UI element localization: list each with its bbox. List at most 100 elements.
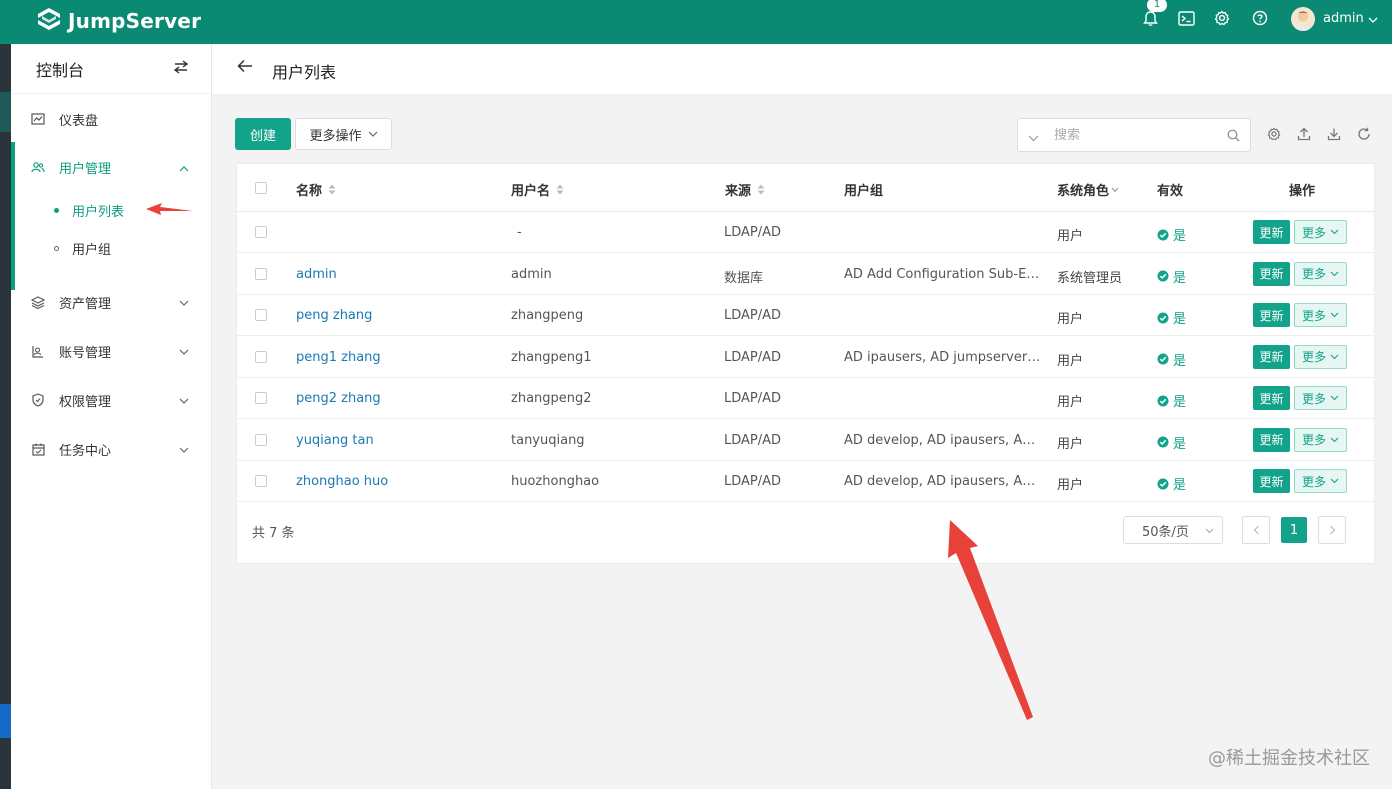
more-button[interactable]: 更多: [1294, 427, 1347, 452]
row-checkbox[interactable]: [255, 226, 267, 238]
update-button[interactable]: 更新: [1253, 427, 1290, 452]
terminal-icon[interactable]: [1176, 8, 1196, 28]
row-checkbox[interactable]: [255, 475, 267, 487]
check-circle-icon: [1157, 436, 1169, 448]
sort-arrows-icon[interactable]: [556, 184, 564, 195]
username-cell: zhangpeng1: [511, 349, 592, 365]
chevron-down-icon: [179, 345, 189, 360]
table-row[interactable]: peng1 zhang zhangpeng1 LDAP/AD AD ipausers,…: [237, 337, 1374, 378]
swap-arrows-icon[interactable]: [173, 59, 189, 78]
update-button[interactable]: 更新: [1253, 303, 1290, 327]
table-row[interactable]: admin admin 数据库 AD Add Configuration Sub-En…: [237, 254, 1374, 295]
update-button[interactable]: 更新: [1253, 261, 1290, 286]
row-checkbox[interactable]: [255, 309, 267, 321]
table-row[interactable]: zhonghao huo huozhonghao LDAP/AD AD develop…: [237, 461, 1374, 502]
sidebar-item-task-center[interactable]: 任务中心: [11, 429, 211, 469]
select-all-checkbox[interactable]: [255, 182, 267, 194]
prev-page-button[interactable]: [1242, 516, 1270, 544]
user-avatar[interactable]: [1291, 7, 1315, 31]
sort-arrows-icon[interactable]: [757, 184, 765, 195]
sidebar-subitem-user-group[interactable]: 用户组: [11, 230, 211, 266]
sidebar-item-account-management[interactable]: 账号管理: [11, 331, 211, 371]
update-button[interactable]: 更新: [1253, 220, 1290, 244]
more-actions-button[interactable]: 更多操作: [295, 118, 392, 150]
more-button[interactable]: 更多: [1294, 220, 1347, 244]
brand-logo[interactable]: JumpServer: [36, 6, 201, 36]
chevron-down-icon: [179, 394, 189, 409]
chevron-left-icon: [1253, 525, 1259, 535]
user-name-link[interactable]: peng1 zhang: [296, 350, 496, 365]
source-cell: LDAP/AD: [724, 349, 782, 365]
column-header-username[interactable]: 用户名: [511, 180, 564, 199]
download-icon[interactable]: [1327, 127, 1341, 141]
row-checkbox[interactable]: [255, 433, 267, 446]
sidebar-item-user-management[interactable]: 用户管理: [11, 147, 211, 187]
refresh-icon[interactable]: [1357, 127, 1371, 141]
upload-icon[interactable]: [1297, 127, 1311, 141]
table-row[interactable]: yuqiang tan tanyuqiang LDAP/AD AD develop, …: [237, 420, 1374, 461]
table-row[interactable]: peng2 zhang zhangpeng2 LDAP/AD 用户 是 更新 更多: [237, 378, 1374, 419]
page-size-select[interactable]: 50条/页: [1123, 516, 1223, 544]
user-name-link[interactable]: peng2 zhang: [296, 391, 496, 406]
row-checkbox[interactable]: [255, 267, 267, 280]
chevron-down-icon[interactable]: [1368, 13, 1378, 28]
sidebar-item-permission-management[interactable]: 权限管理: [11, 380, 211, 420]
sidebar-subitem-user-list[interactable]: 用户列表: [11, 192, 211, 228]
valid-status-label: 是: [1173, 436, 1187, 452]
chevron-down-icon: [1330, 271, 1339, 276]
more-button[interactable]: 更多: [1294, 386, 1347, 410]
sidebar-item-label: 用户管理: [59, 161, 112, 177]
chevron-down-icon: [1330, 354, 1339, 359]
check-circle-icon: [1157, 229, 1169, 240]
system-role-cell: 用户: [1057, 436, 1084, 452]
valid-status: 是: [1157, 391, 1186, 410]
back-arrow-icon[interactable]: [237, 59, 253, 77]
sidebar-item-asset-management[interactable]: 资产管理: [11, 282, 211, 322]
system-role-cell: 用户: [1057, 478, 1084, 493]
source-cell: LDAP/AD: [724, 391, 782, 406]
update-button[interactable]: 更新: [1253, 386, 1290, 410]
table-row[interactable]: - LDAP/AD 用户 是 更新 更多: [237, 212, 1374, 253]
valid-status: 是: [1157, 350, 1186, 369]
column-header-label: 名称: [296, 184, 323, 199]
settings-gear-icon[interactable]: [1212, 8, 1232, 28]
row-checkbox[interactable]: [255, 392, 267, 404]
search-icon[interactable]: [1227, 129, 1240, 146]
column-header-source[interactable]: 来源: [725, 180, 765, 199]
row-checkbox[interactable]: [255, 350, 267, 363]
filter-chevron-icon[interactable]: [1111, 187, 1119, 193]
user-name-link[interactable]: zhonghao huo: [296, 474, 496, 489]
current-page-button[interactable]: 1: [1281, 517, 1307, 543]
column-header-label: 用户组: [844, 184, 884, 199]
sidebar-header: 控制台: [11, 44, 211, 94]
more-button[interactable]: 更多: [1294, 469, 1347, 493]
notification-badge: 1: [1147, 0, 1167, 12]
sidebar: 控制台 仪表盘 用户管理 用户列表 用户组 资产管理 账号管理 权限管理 任务中…: [11, 44, 212, 789]
valid-status-label: 是: [1173, 229, 1187, 244]
chevron-down-icon[interactable]: [1028, 131, 1039, 146]
more-button-label: 更多: [1301, 474, 1326, 489]
user-name[interactable]: admin: [1323, 11, 1364, 26]
next-page-button[interactable]: [1318, 516, 1346, 544]
help-question-icon[interactable]: [1250, 8, 1270, 28]
search-box[interactable]: [1017, 118, 1251, 152]
column-header-system-role[interactable]: 系统角色: [1057, 180, 1119, 199]
more-button[interactable]: 更多: [1294, 261, 1347, 286]
table-row[interactable]: peng zhang zhangpeng LDAP/AD 用户 是 更新 更多: [237, 295, 1374, 336]
column-header-name[interactable]: 名称: [296, 180, 336, 199]
search-input[interactable]: [1054, 125, 1214, 145]
system-role-cell: 用户: [1057, 395, 1084, 410]
sidebar-item-dashboard[interactable]: 仪表盘: [11, 99, 211, 139]
more-button[interactable]: 更多: [1294, 303, 1347, 327]
sort-arrows-icon[interactable]: [328, 184, 336, 195]
update-button[interactable]: 更新: [1253, 344, 1290, 369]
user-group-cell: AD Add Configuration Sub-Ent…: [844, 266, 1044, 282]
update-button[interactable]: 更新: [1253, 469, 1290, 493]
page-header: 用户列表: [212, 44, 1392, 94]
create-button[interactable]: 创建: [235, 118, 291, 150]
user-name-link[interactable]: yuqiang tan: [296, 433, 496, 448]
user-name-link[interactable]: admin: [296, 267, 496, 282]
more-button[interactable]: 更多: [1294, 344, 1347, 369]
user-name-link[interactable]: peng zhang: [296, 308, 496, 323]
table-settings-gear-icon[interactable]: [1267, 127, 1281, 141]
